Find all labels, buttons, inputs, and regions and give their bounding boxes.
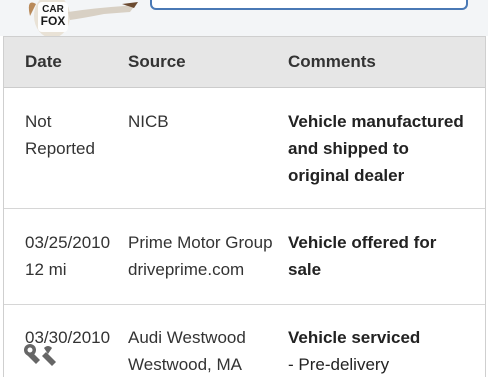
source-link[interactable]: driveprime.com	[128, 256, 288, 283]
carfox-mascot-icon: CAR FOX	[28, 0, 138, 36]
source-cell: Audi Westwood Westwood, MA	[128, 324, 288, 378]
mileage-text: 12 mi	[25, 260, 67, 279]
source-cell: NICB	[128, 108, 288, 135]
comment-text: and shipped to	[288, 139, 409, 158]
column-header-source: Source	[128, 52, 186, 71]
comment-text: original dealer	[288, 166, 405, 185]
comment-cell: Vehicle serviced - Pre-delivery	[288, 324, 478, 378]
comment-cell: Vehicle offered for sale	[288, 229, 478, 283]
column-header-date: Date	[25, 52, 62, 71]
comment-text: Vehicle offered for	[288, 233, 437, 252]
source-text: Audi Westwood	[128, 328, 246, 347]
date-cell: 03/25/2010 12 mi	[25, 229, 125, 283]
source-text: Westwood, MA	[128, 355, 243, 374]
svg-text:FOX: FOX	[41, 14, 66, 28]
table-header: Date Source Comments	[4, 37, 485, 88]
search-input[interactable]	[150, 0, 468, 10]
source-text: NICB	[128, 112, 169, 131]
comment-text: sale	[288, 260, 322, 279]
vehicle-history-table: Date Source Comments Not Reported NICB V…	[3, 36, 486, 377]
column-header-comments: Comments	[288, 52, 376, 71]
comment-detail: - Pre-delivery	[288, 355, 390, 374]
table-row: Not Reported NICB Vehicle manufactured a…	[4, 87, 485, 209]
source-text: Prime Motor Group	[128, 233, 273, 252]
comment-cell: Vehicle manufactured and shipped to orig…	[288, 108, 478, 189]
table-row: 03/25/2010 12 mi Prime Motor Group drive…	[4, 208, 485, 305]
date-text: 03/25/2010	[25, 233, 111, 252]
comment-text: Vehicle manufactured	[288, 112, 464, 131]
top-bar: CAR FOX	[0, 0, 488, 36]
date-cell: Not Reported	[25, 108, 125, 162]
comment-text: Vehicle serviced	[288, 328, 421, 347]
table-row: 03/30/2010 Audi Westwood Westwood, MA Ve…	[4, 304, 485, 384]
source-cell: Prime Motor Group driveprime.com	[128, 229, 288, 283]
date-text: Not	[25, 112, 52, 131]
date-text: Reported	[25, 139, 95, 158]
